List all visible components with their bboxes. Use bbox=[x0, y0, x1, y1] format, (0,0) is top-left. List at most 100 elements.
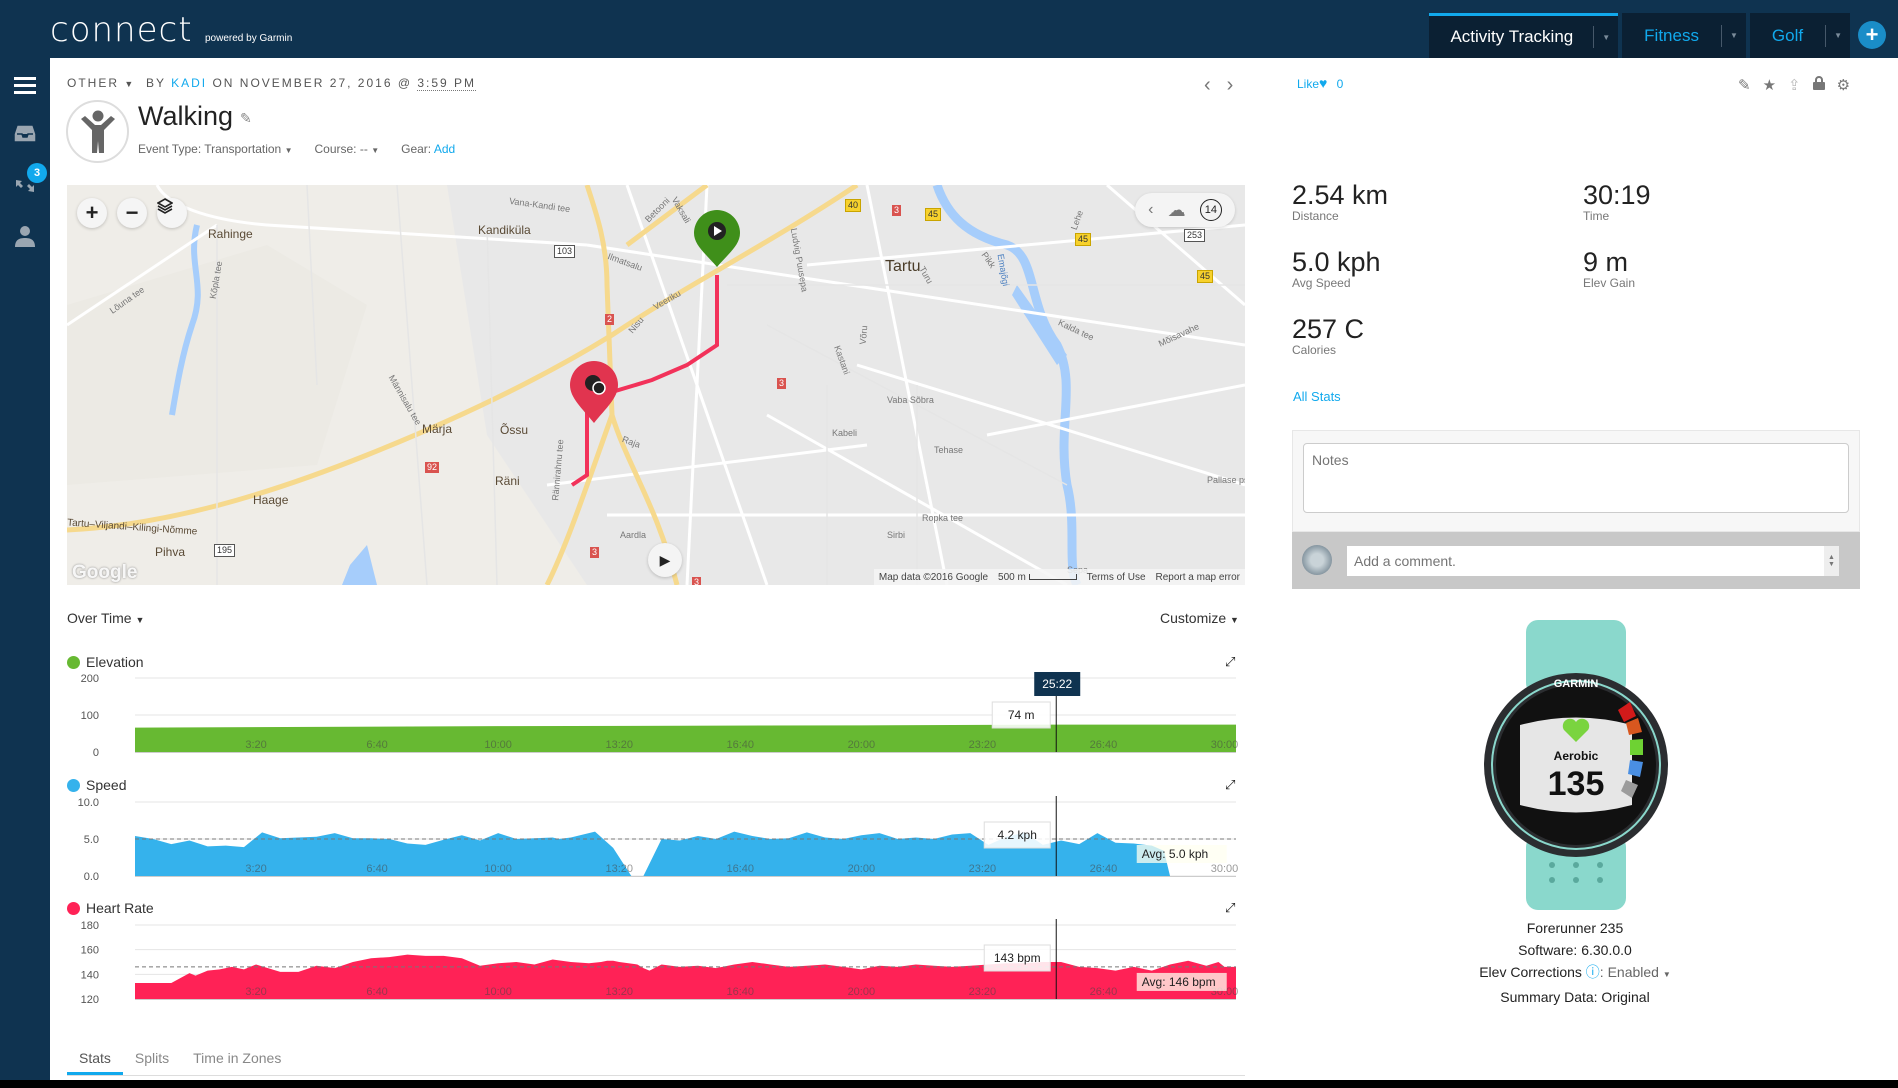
tooltip-value: 4.2 kph bbox=[998, 828, 1037, 842]
report-map-error-link[interactable]: Report a map error bbox=[1156, 572, 1240, 583]
play-route-button[interactable]: ▶ bbox=[648, 543, 682, 577]
temperature: 14 bbox=[1199, 199, 1222, 221]
map-label: Võru bbox=[857, 325, 870, 345]
hamburger-icon[interactable] bbox=[12, 72, 38, 98]
nav-tab-fitness[interactable]: Fitness ▼ bbox=[1622, 13, 1746, 58]
activity-title[interactable]: Walking bbox=[138, 101, 233, 132]
detail-tabs: Stats Splits Time in Zones bbox=[67, 1046, 1245, 1076]
x-tick-label: 16:40 bbox=[727, 863, 755, 875]
area-series-heart-rate bbox=[135, 954, 1236, 999]
edit-title-pencil-icon[interactable]: ✎ bbox=[240, 110, 252, 127]
chevron-left-icon[interactable]: ‹ bbox=[1148, 201, 1153, 219]
device-hr: 135 bbox=[1548, 765, 1605, 803]
expand-elevation-icon[interactable]: ⤢ bbox=[1225, 654, 1235, 670]
tab-splits[interactable]: Splits bbox=[123, 1046, 181, 1075]
elevation-chart[interactable]: 0 100 200 3:20 6:40 10:00 13:20 16:40 20:00 23:20… bbox=[60, 672, 1240, 768]
tab-stats[interactable]: Stats bbox=[67, 1046, 123, 1075]
add-gear-link[interactable]: Add bbox=[434, 142, 455, 156]
map-label: Pihva bbox=[155, 545, 186, 559]
date-label: ON NOVEMBER 27, 2016 @ bbox=[212, 76, 413, 90]
map-label: Ropka tee bbox=[922, 513, 964, 523]
zoom-out-button[interactable]: − bbox=[117, 198, 147, 228]
x-tick-label: 13:20 bbox=[605, 863, 633, 875]
x-tick-label: 13:20 bbox=[605, 986, 633, 998]
stat-calories: 257 C Calories bbox=[1292, 314, 1365, 357]
route-map[interactable]: + − ‹ ☁ 14 Rahinge Kandiküla Tartu Märja… bbox=[67, 185, 1245, 585]
x-tick-label: 20:00 bbox=[848, 739, 876, 751]
next-activity-chevron-right-icon[interactable]: › bbox=[1227, 74, 1234, 97]
weather-widget[interactable]: ‹ ☁ 14 bbox=[1135, 193, 1235, 227]
comment-scroll-arrows[interactable]: ▲ ▼ bbox=[1824, 546, 1839, 576]
logo[interactable]: connect bbox=[50, 10, 193, 50]
add-button[interactable]: + bbox=[1858, 21, 1886, 49]
x-tick-label: 23:20 bbox=[969, 863, 997, 875]
notes-textarea[interactable] bbox=[1303, 443, 1849, 513]
road-shield: 45 bbox=[1197, 270, 1214, 283]
event-type-select[interactable]: Event Type: Transportation ▼ bbox=[138, 142, 292, 156]
category-select[interactable]: OTHER bbox=[67, 76, 119, 90]
speed-chart[interactable]: 0.0 5.0 10.0 3:20 6:40 10:00 13:20 16:40 20:00 23… bbox=[60, 796, 1240, 892]
chevron-down-icon[interactable]: ▼ bbox=[1594, 33, 1618, 42]
average-label: Avg: 5.0 kph bbox=[1142, 847, 1209, 861]
heart-rate-chart[interactable]: 120 140 160 180 3:20 6:40 10:00 13:20 16:40 20:00… bbox=[60, 919, 1240, 1015]
all-stats-link[interactable]: All Stats bbox=[1293, 389, 1341, 404]
x-tick-label: 30:00 bbox=[1211, 739, 1239, 751]
commenter-avatar bbox=[1302, 545, 1332, 575]
activity-type-avatar bbox=[66, 100, 129, 163]
edit-pencil-icon[interactable]: ✎ bbox=[1738, 76, 1751, 94]
y-tick-label: 140 bbox=[81, 969, 99, 981]
privacy-lock-icon[interactable] bbox=[1812, 76, 1825, 94]
activity-meta: OTHER ▼ BY KADI ON NOVEMBER 27, 2016 @ 3… bbox=[67, 76, 477, 91]
customize-button[interactable]: Customize ▼ bbox=[1160, 610, 1239, 626]
user-icon[interactable] bbox=[12, 223, 38, 249]
settings-gear-icon[interactable]: ⚙ bbox=[1837, 76, 1850, 94]
cloud-icon: ☁ bbox=[1167, 199, 1186, 220]
x-tick-label: 26:40 bbox=[1090, 863, 1118, 875]
expand-speed-icon[interactable]: ⤢ bbox=[1225, 777, 1235, 793]
x-tick-label: 23:20 bbox=[969, 986, 997, 998]
chevron-down-icon[interactable]: ▼ bbox=[1826, 31, 1850, 40]
map-base bbox=[67, 185, 1245, 585]
category-caret-icon[interactable]: ▼ bbox=[124, 79, 135, 89]
chevron-down-icon[interactable]: ▼ bbox=[1722, 31, 1746, 40]
tab-time-in-zones[interactable]: Time in Zones bbox=[181, 1046, 293, 1075]
cursor-time: 25:22 bbox=[1042, 677, 1072, 691]
nav-tab-activity-tracking[interactable]: Activity Tracking ▼ bbox=[1429, 13, 1619, 58]
inbox-icon[interactable] bbox=[12, 120, 38, 146]
map-label: Sirbi bbox=[887, 530, 906, 540]
terms-link[interactable]: Terms of Use bbox=[1087, 572, 1146, 583]
nav-tab-golf[interactable]: Golf ▼ bbox=[1749, 13, 1850, 58]
previous-activity-chevron-left-icon[interactable]: ‹ bbox=[1204, 74, 1211, 97]
zoom-in-button[interactable]: + bbox=[77, 198, 107, 228]
device-image: GARMIN Aerobic 135 bbox=[1484, 620, 1668, 910]
stat-time: 30:19 Time bbox=[1583, 180, 1651, 223]
course-select[interactable]: Course: -- ▼ bbox=[314, 142, 379, 156]
device-info: Forerunner 235 Software: 6.30.0.0 Elev C… bbox=[1400, 917, 1750, 1008]
like-button[interactable]: Like♥ 0 bbox=[1297, 75, 1343, 91]
layers-button[interactable] bbox=[157, 198, 187, 228]
x-tick-label: 20:00 bbox=[848, 986, 876, 998]
y-tick-label: 200 bbox=[81, 673, 99, 685]
expand-heart-rate-icon[interactable]: ⤢ bbox=[1225, 900, 1235, 916]
comment-input[interactable] bbox=[1347, 546, 1839, 576]
gear-field: Gear: Add bbox=[401, 142, 456, 156]
elev-corrections-select[interactable]: : Enabled bbox=[1600, 964, 1659, 980]
map-label: Märja bbox=[422, 422, 453, 436]
map-label: Aardla bbox=[620, 530, 647, 540]
share-icon[interactable]: ⇪ bbox=[1788, 76, 1801, 94]
map-label: Kabeli bbox=[832, 428, 858, 438]
favorite-star-icon[interactable]: ★ bbox=[1763, 76, 1776, 94]
x-tick-label: 10:00 bbox=[484, 863, 512, 875]
chart-view-select[interactable]: Over Time ▼ bbox=[67, 610, 144, 626]
y-tick-label: 160 bbox=[81, 945, 99, 957]
road-shield: 92 bbox=[425, 462, 440, 473]
x-tick-label: 10:00 bbox=[484, 986, 512, 998]
x-tick-label: 3:20 bbox=[245, 739, 266, 751]
map-label: Vaba Sõbra bbox=[887, 395, 934, 405]
top-bar: connect powered by Garmin Activity Track… bbox=[0, 0, 1898, 58]
y-tick-label: 180 bbox=[81, 920, 99, 932]
help-question-icon[interactable]: ⓘ bbox=[1586, 964, 1600, 980]
x-tick-label: 26:40 bbox=[1090, 986, 1118, 998]
time-link[interactable]: 3:59 PM bbox=[417, 76, 477, 91]
user-link[interactable]: KADI bbox=[171, 76, 207, 90]
